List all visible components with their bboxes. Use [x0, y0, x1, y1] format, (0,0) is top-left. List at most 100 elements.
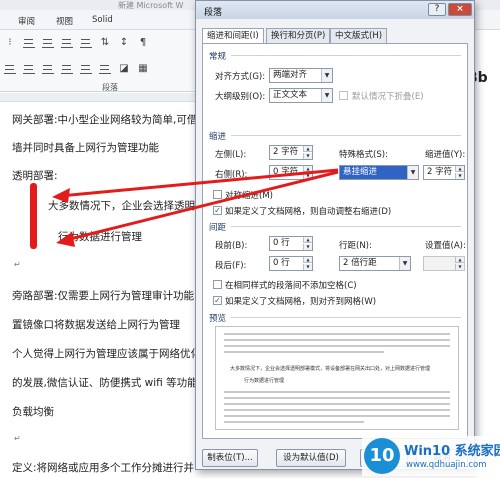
sort-icon[interactable]: ↕: [118, 37, 130, 48]
doc-line: 置镜像口将数据发送给上网行为管理: [12, 319, 180, 331]
line-spacing-icon[interactable]: [99, 63, 111, 74]
chevron-down-icon[interactable]: ▼: [407, 166, 418, 179]
tab-indent-spacing[interactable]: 缩进和间距(I): [202, 28, 264, 44]
ribbon-group-paragraph[interactable]: 段落: [102, 82, 118, 93]
collapsed-checkbox[interactable]: [339, 91, 348, 100]
spin-down-icon[interactable]: ▼: [455, 264, 464, 270]
doc-line: 定义:将网络或应用多个工作分摊进行并: [12, 462, 195, 474]
annotation-red-bar: [30, 183, 37, 249]
section-general: 常规: [209, 52, 227, 62]
snap-to-grid-checkbox[interactable]: ✓: [213, 296, 222, 305]
right-indent-value: 0 字符: [273, 167, 299, 177]
paragraph-mark-icon: ↵: [14, 260, 21, 269]
site-watermark: 10 Win10 系统家园 www.qdhuajin.com: [362, 436, 500, 476]
special-indent-select[interactable]: 悬挂缩进 ▼: [339, 165, 419, 180]
spin-down-icon[interactable]: ▼: [303, 153, 312, 159]
preview-line: [224, 339, 450, 341]
tab-line-page-breaks[interactable]: 换行和分页(P): [266, 28, 331, 43]
auto-adjust-checkbox[interactable]: ✓: [213, 206, 222, 215]
set-default-button[interactable]: 设为默认值(D): [276, 449, 346, 467]
indent-by-spinner[interactable]: 2 字符 ▲ ▼: [423, 165, 465, 180]
left-indent-value: 2 字符: [273, 147, 299, 157]
outline-level-label: 大纲级别(O):: [215, 92, 266, 102]
line-spacing-value: 2 倍行距: [343, 258, 377, 268]
line-spacing-at-label: 设置值(A):: [425, 241, 466, 251]
space-before-value: 0 行: [273, 238, 290, 248]
align-center-icon[interactable]: [23, 63, 35, 74]
special-indent-label: 特殊格式(S):: [339, 150, 388, 160]
tab-view[interactable]: 视图: [56, 15, 73, 27]
watermark-url: www.qdhuajin.com: [406, 460, 487, 470]
bullets-icon[interactable]: ⁝: [4, 37, 16, 48]
decrease-indent-icon[interactable]: [61, 37, 73, 48]
divider: [231, 135, 461, 136]
close-button[interactable]: ×: [448, 3, 472, 16]
spin-down-icon[interactable]: ▼: [303, 173, 312, 179]
distributed-icon[interactable]: [80, 63, 92, 74]
increase-indent-icon[interactable]: [80, 37, 92, 48]
tab-solid[interactable]: Solid: [92, 15, 113, 25]
outline-level-select[interactable]: 正文文本 ▼: [269, 88, 333, 103]
doc-line: 个人觉得上网行为管理应该属于网络优化: [12, 348, 201, 360]
chevron-down-icon[interactable]: ▼: [399, 257, 410, 270]
collapsed-label: 默认情况下折叠(E): [352, 92, 424, 102]
dialog-titlebar[interactable]: 段落 ? ×: [196, 1, 474, 19]
line-spacing-at-spinner[interactable]: ▲ ▼: [423, 256, 465, 271]
tab-asian-typography[interactable]: 中文版式(H): [330, 28, 388, 43]
ribbon-row-lists: ⁝ ⇅ ↕ ¶: [0, 34, 149, 50]
dialog-title: 段落: [204, 8, 223, 18]
tab-panel: 常规 对齐方式(G): 两端对齐 ▼ 大纲级别(O): 正文文本 ▼ 默认情况下…: [202, 43, 468, 439]
spin-up-icon[interactable]: ▲: [303, 257, 312, 263]
alignment-label: 对齐方式(G):: [215, 72, 266, 82]
align-left-icon[interactable]: [4, 63, 16, 74]
spin-up-icon[interactable]: ▲: [455, 166, 464, 172]
left-indent-label: 左侧(L):: [215, 150, 247, 160]
preview-box: 大多数情况下，企业会选择透明部署模式，将设备部署在网关出口处，对上网数据进行管理…: [215, 326, 459, 430]
chevron-down-icon[interactable]: ▼: [321, 69, 332, 82]
paragraph-mark-icon: ↵: [14, 434, 21, 443]
space-after-label: 段后(F):: [215, 261, 247, 271]
snap-to-grid-label: 如果定义了文档网格，则对齐到网格(W): [225, 297, 377, 307]
preview-line: [224, 345, 450, 347]
chinese-layout-icon[interactable]: ⇅: [99, 37, 111, 48]
spin-down-icon[interactable]: ▼: [303, 244, 312, 250]
preview-sample-text: 大多数情况下，企业会选择透明部署模式，将设备部署在网关出口处，对上网数据进行管理: [230, 366, 431, 372]
alignment-select[interactable]: 两端对齐 ▼: [269, 68, 333, 83]
line-spacing-select[interactable]: 2 倍行距 ▼: [339, 256, 411, 271]
tabs-button[interactable]: 制表位(T)...: [202, 449, 258, 467]
preview-line: [224, 421, 364, 423]
justify-icon[interactable]: [61, 63, 73, 74]
space-before-spinner[interactable]: 0 行 ▲ ▼: [269, 236, 313, 251]
right-indent-spinner[interactable]: 0 字符 ▲ ▼: [269, 165, 313, 180]
doc-line: 的发展,微信认证、防便携式 wifi 等功能: [12, 377, 198, 389]
tab-review[interactable]: 审阅: [18, 15, 35, 27]
spin-up-icon[interactable]: ▲: [303, 237, 312, 243]
watermark-logo: 10: [364, 438, 400, 474]
border-icon[interactable]: ▦: [137, 63, 149, 74]
spin-down-icon[interactable]: ▼: [303, 264, 312, 270]
doc-line: 大多数情况下，企业会选择透明部署: [48, 200, 216, 212]
no-space-checkbox[interactable]: [213, 280, 222, 289]
space-after-spinner[interactable]: 0 行 ▲ ▼: [269, 256, 313, 271]
chevron-down-icon[interactable]: ▼: [321, 89, 332, 102]
preview-line: [224, 391, 450, 393]
spin-up-icon[interactable]: ▲: [455, 257, 464, 263]
spin-up-icon[interactable]: ▲: [303, 146, 312, 152]
show-marks-icon[interactable]: ¶: [137, 37, 149, 48]
doc-line: 墙并同时具备上网行为管理功能: [12, 142, 159, 154]
preview-line: [224, 351, 384, 353]
line-spacing-label: 行距(N):: [339, 241, 372, 251]
shading-icon[interactable]: ◪: [118, 63, 130, 74]
spin-down-icon[interactable]: ▼: [455, 173, 464, 179]
help-button[interactable]: ?: [428, 3, 446, 16]
mirror-indent-label: 对称缩进(M): [225, 191, 273, 201]
alignment-value: 两端对齐: [273, 70, 308, 80]
numbering-icon[interactable]: [23, 37, 35, 48]
left-indent-spinner[interactable]: 2 字符 ▲ ▼: [269, 145, 313, 160]
preview-line: [224, 333, 450, 335]
preview-line: [224, 397, 450, 399]
spin-up-icon[interactable]: ▲: [303, 166, 312, 172]
mirror-indent-checkbox[interactable]: [213, 190, 222, 199]
align-right-icon[interactable]: [42, 63, 54, 74]
multilevel-list-icon[interactable]: [42, 37, 54, 48]
